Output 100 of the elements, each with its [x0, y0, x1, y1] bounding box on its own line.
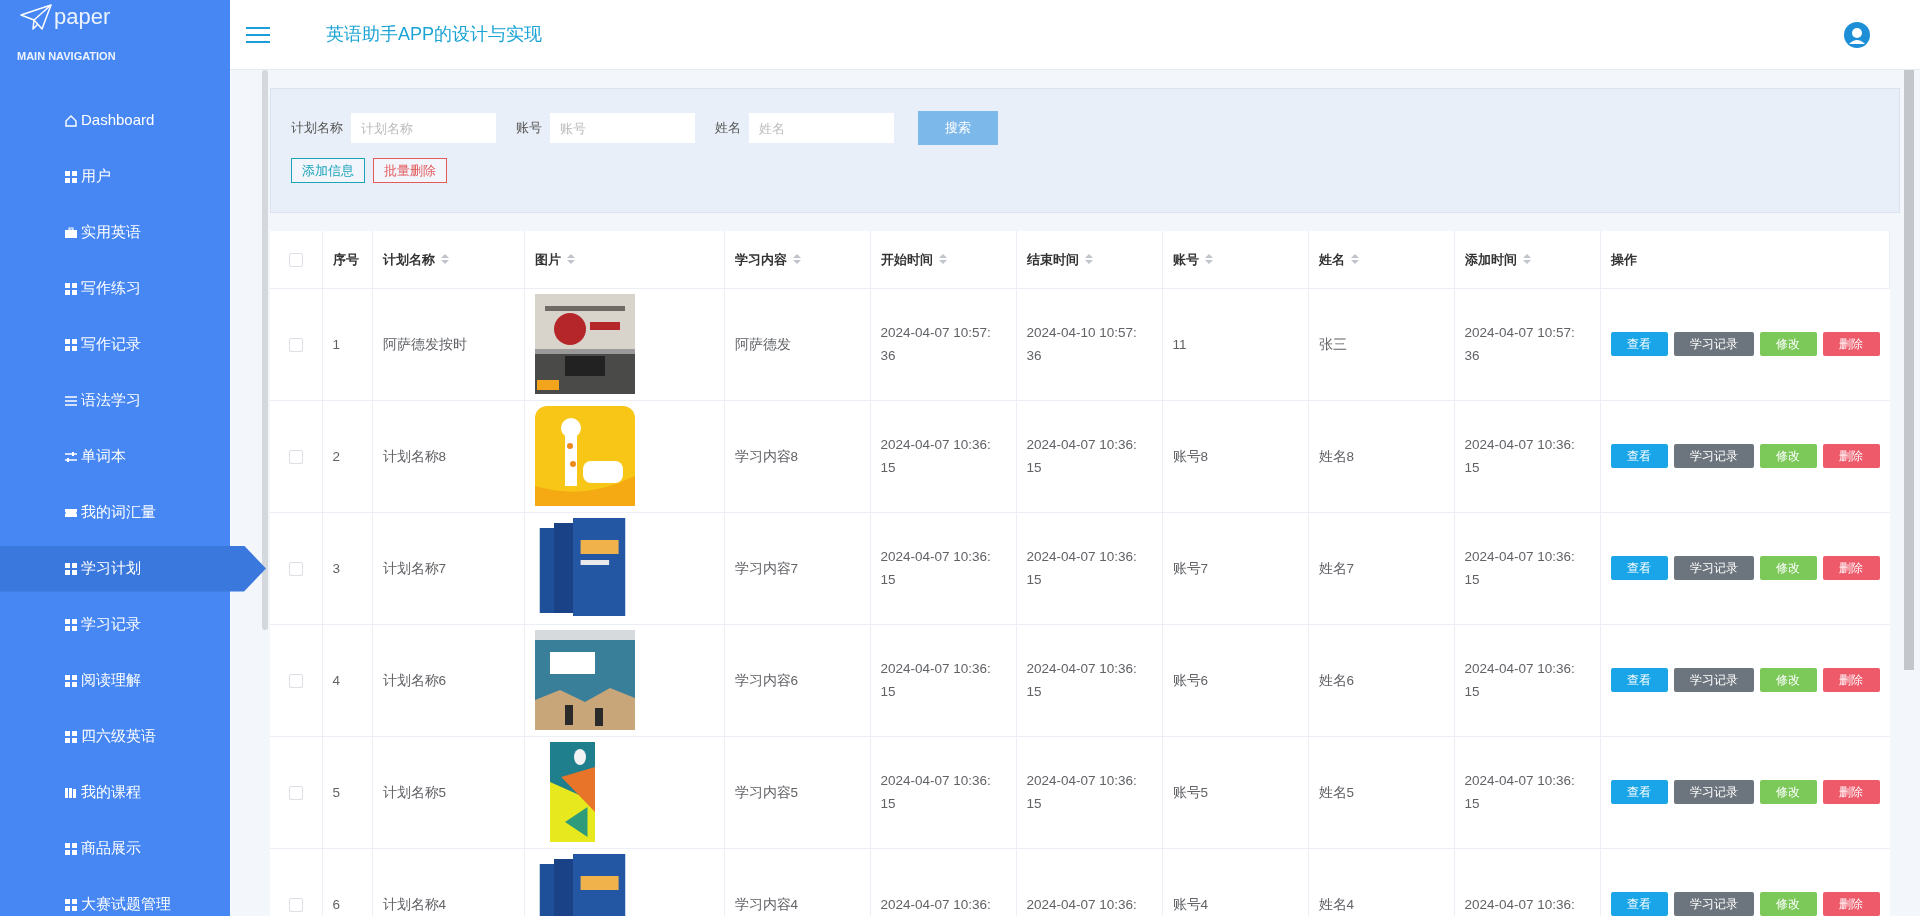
table-cell-text: 姓名4	[1318, 895, 1355, 914]
scrollbar[interactable]	[262, 70, 268, 630]
checkbox[interactable]	[288, 337, 303, 352]
grid-icon	[64, 337, 78, 352]
sort-icon[interactable]	[792, 253, 801, 266]
table-cell-text: 2024-04-07 10:36: 15	[1464, 436, 1576, 477]
row-action-button[interactable]: 学习记录	[1673, 668, 1754, 692]
column-heading[interactable]: 账号	[1162, 231, 1308, 288]
nav-label: 单词本	[81, 446, 126, 467]
checkbox[interactable]	[288, 785, 303, 800]
table-cell-text: 2024-04-07 10:57: 36	[1464, 324, 1576, 365]
checkbox[interactable]	[288, 561, 303, 576]
field-label: 姓名	[715, 119, 741, 138]
table-cell-text: 2024-04-07 10:36: 15	[1464, 660, 1576, 701]
action-button[interactable]: 添加信息	[291, 158, 365, 183]
row-action-button[interactable]: 修改	[1759, 892, 1817, 916]
row-action-button[interactable]: 学习记录	[1673, 332, 1754, 356]
nav-item[interactable]: 学习记录	[0, 601, 230, 648]
nav-item[interactable]: 实用英语	[0, 209, 230, 256]
grid-icon	[64, 281, 78, 296]
field-label: 账号	[516, 119, 542, 138]
sort-icon[interactable]	[440, 253, 449, 266]
table-cell-text: 3	[332, 559, 341, 578]
nav-label: 用户	[81, 166, 111, 187]
row-action-button[interactable]: 删除	[1822, 556, 1880, 580]
nav-label: 商品展示	[81, 838, 141, 859]
row-action-button[interactable]: 学习记录	[1673, 556, 1754, 580]
row-action-button[interactable]: 修改	[1759, 668, 1817, 692]
row-action-button[interactable]: 查看	[1610, 556, 1668, 580]
row-action-button[interactable]: 查看	[1610, 332, 1668, 356]
nav-item[interactable]: 阅读理解	[0, 657, 230, 704]
nav-label: 四六级英语	[81, 726, 156, 747]
column-heading[interactable]: 操作	[1600, 231, 1890, 288]
nav-item[interactable]: 四六级英语	[0, 713, 230, 760]
search-field[interactable]: 计划名称	[351, 113, 496, 143]
table-cell-text: 学习内容7	[734, 559, 799, 578]
logo-text: paper	[54, 3, 111, 31]
table-cell-text: 计划名称7	[382, 559, 447, 578]
avatar-icon[interactable]	[1844, 21, 1870, 48]
sort-icon[interactable]	[1522, 253, 1531, 266]
table-cell-text: 学习内容8	[734, 447, 799, 466]
nav-item[interactable]: 用户	[0, 153, 230, 200]
checkbox[interactable]	[288, 449, 303, 464]
sort-icon[interactable]	[1204, 253, 1213, 266]
scrollbar[interactable]	[1904, 70, 1914, 670]
row-action-button[interactable]: 修改	[1759, 332, 1817, 356]
grid-icon	[64, 841, 78, 856]
table-cell-text: 2024-04-07 10:36: 15	[1026, 772, 1138, 813]
row-action-button[interactable]: 学习记录	[1673, 780, 1754, 804]
row-action-button[interactable]: 查看	[1610, 892, 1668, 916]
table-cell-text: 学习内容6	[734, 671, 799, 690]
section-heading: MAIN NAVIGATION	[16, 49, 117, 64]
search-field[interactable]: 账号	[550, 113, 695, 143]
action-button[interactable]: 批量删除	[373, 158, 447, 183]
row-action-button[interactable]: 删除	[1822, 780, 1880, 804]
search-field[interactable]: 姓名	[749, 113, 894, 143]
column-heading[interactable]: 计划名称	[372, 231, 524, 288]
row-action-button[interactable]: 删除	[1822, 444, 1880, 468]
row-action-button[interactable]: 修改	[1759, 556, 1817, 580]
column-heading[interactable]: 姓名	[1308, 231, 1454, 288]
nav-item[interactable]: 写作记录	[0, 321, 230, 368]
grid-icon	[64, 617, 78, 632]
table-cell-text: 账号4	[1172, 895, 1209, 914]
row-action-button[interactable]: 修改	[1759, 780, 1817, 804]
grid-icon	[64, 169, 78, 184]
menu-icon[interactable]	[245, 24, 271, 45]
nav-item[interactable]: 写作练习	[0, 265, 230, 312]
column-heading[interactable]: 添加时间	[1454, 231, 1600, 288]
row-action-button[interactable]: 学习记录	[1673, 444, 1754, 468]
sort-icon[interactable]	[1084, 253, 1093, 266]
row-action-button[interactable]: 学习记录	[1673, 892, 1754, 916]
sort-icon[interactable]	[566, 253, 575, 266]
search-button[interactable]: 搜索	[918, 111, 998, 145]
column-heading[interactable]: 学习内容	[724, 231, 870, 288]
table-cell-text: 2024-04-10 10:57: 36	[1026, 324, 1138, 365]
nav-item[interactable]: 商品展示	[0, 825, 230, 872]
nav-item[interactable]: 我的词汇量	[0, 489, 230, 536]
sort-icon[interactable]	[1350, 253, 1359, 266]
nav-item[interactable]: 学习计划	[0, 545, 266, 592]
nav-item[interactable]: Dashboard	[0, 97, 230, 144]
nav-item[interactable]: 大赛试题管理	[0, 881, 230, 916]
column-heading[interactable]: 图片	[524, 231, 724, 288]
row-action-button[interactable]: 查看	[1610, 444, 1668, 468]
nav-item[interactable]: 语法学习	[0, 377, 230, 424]
checkbox[interactable]	[288, 673, 303, 688]
column-heading[interactable]: 开始时间	[870, 231, 1016, 288]
row-action-button[interactable]: 删除	[1822, 332, 1880, 356]
row-action-button[interactable]: 删除	[1822, 892, 1880, 916]
checkbox[interactable]	[288, 253, 303, 268]
column-heading[interactable]: 序号	[322, 231, 372, 288]
row-action-button[interactable]: 查看	[1610, 668, 1668, 692]
nav-item[interactable]: 我的课程	[0, 769, 230, 816]
checkbox[interactable]	[288, 897, 303, 912]
sort-icon[interactable]	[938, 253, 947, 266]
table-cell-text: 计划名称6	[382, 671, 447, 690]
row-action-button[interactable]: 修改	[1759, 444, 1817, 468]
row-action-button[interactable]: 查看	[1610, 780, 1668, 804]
row-action-button[interactable]: 删除	[1822, 668, 1880, 692]
nav-item[interactable]: 单词本	[0, 433, 230, 480]
column-heading[interactable]: 结束时间	[1016, 231, 1162, 288]
